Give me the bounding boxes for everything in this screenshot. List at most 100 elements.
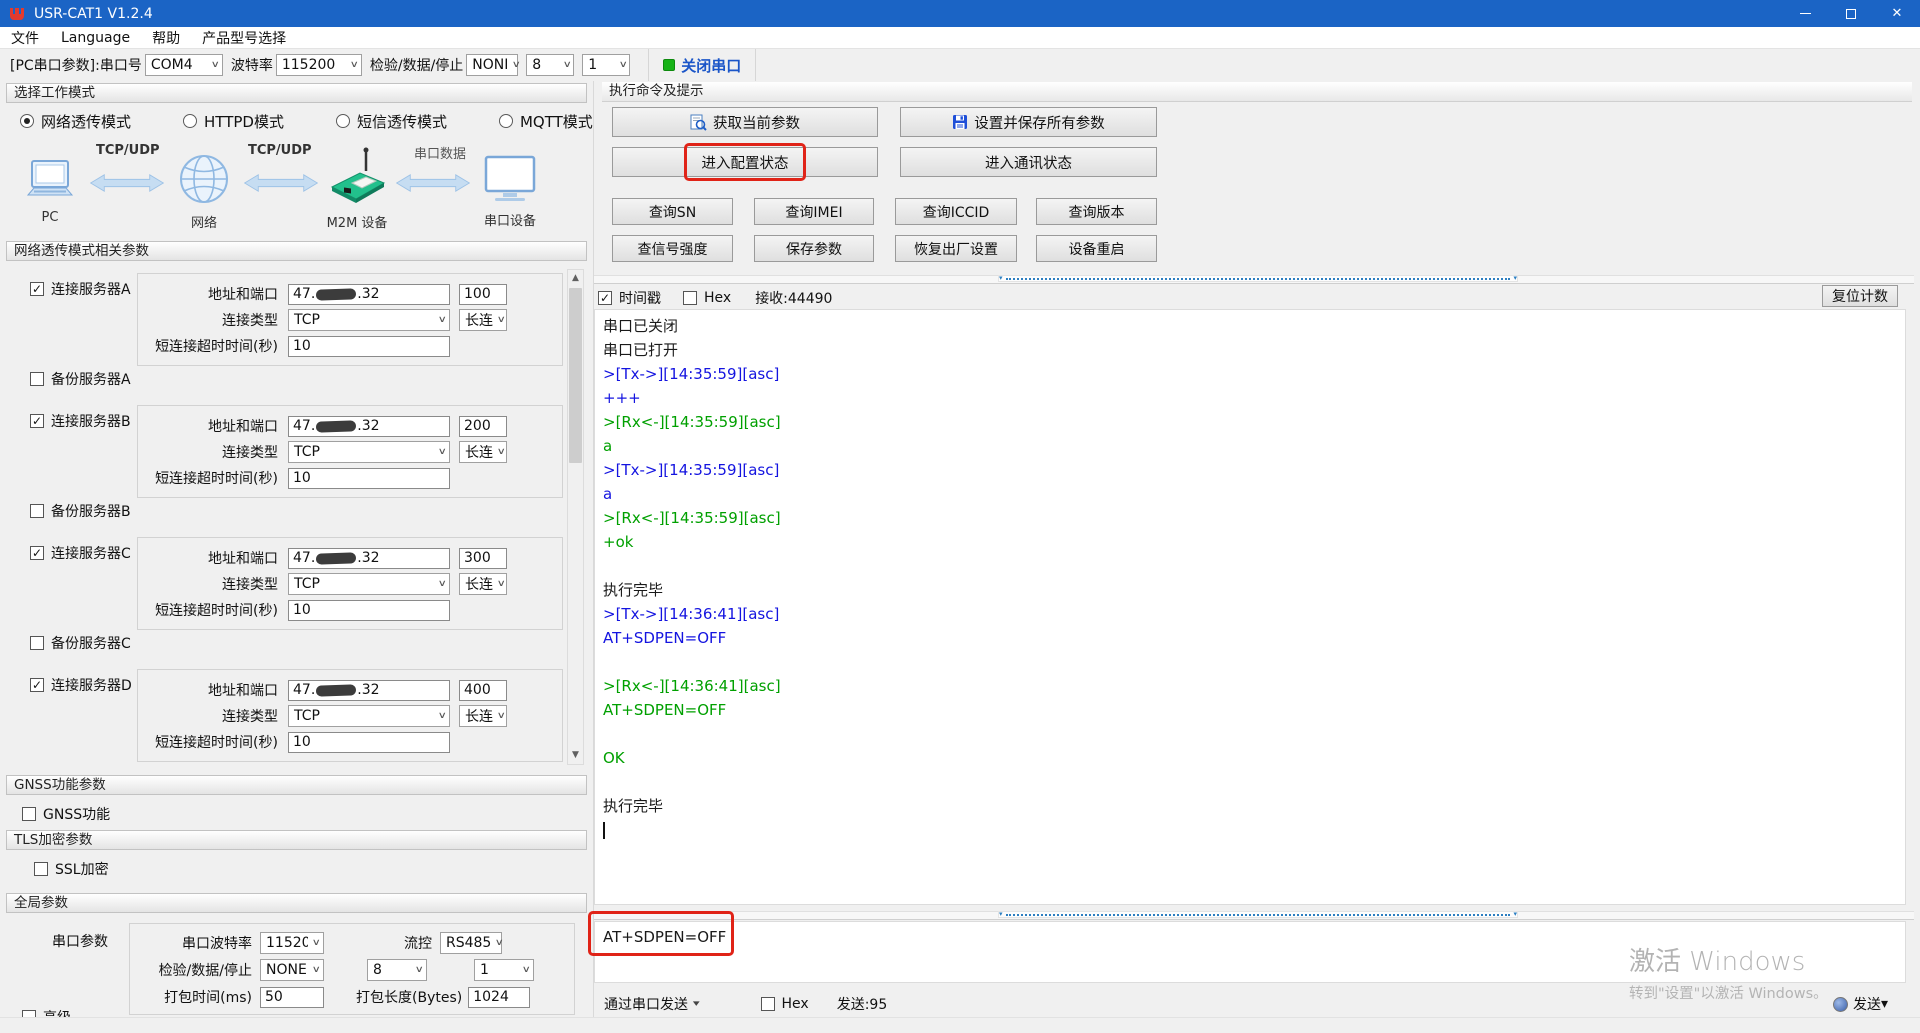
get-params-button[interactable]: 获取当前参数 <box>612 107 878 137</box>
close-button[interactable]: ✕ <box>1874 0 1920 27</box>
log-line: AT+SDPEN=OFF <box>603 626 1897 650</box>
menu-product-model[interactable]: 产品型号选择 <box>191 27 297 48</box>
server-d-keep-select[interactable]: 长连∨ <box>459 705 507 727</box>
device-restart-button[interactable]: 设备重启 <box>1036 235 1157 262</box>
stopbits-select[interactable]: 1∨ <box>582 54 630 76</box>
ssl-enable-checkbox[interactable]: SSL加密 <box>34 859 593 879</box>
scroll-up-icon[interactable]: ▲ <box>568 270 583 287</box>
server-d-timeout-input[interactable]: 10 <box>288 732 450 753</box>
server-d-fields: 地址和端口 47..32 400 连接类型 TCP∨ 长连∨ 短连接超时时间(秒… <box>137 669 563 762</box>
server-d-port-input[interactable]: 400 <box>459 680 507 701</box>
server-b-type-select[interactable]: TCP∨ <box>288 441 450 463</box>
timestamp-checkbox[interactable]: 时间戳 <box>598 288 661 308</box>
server-c-type-select[interactable]: TCP∨ <box>288 573 450 595</box>
log-line: >[Tx->][14:35:59][asc] <box>603 458 1897 482</box>
params-vertical-scrollbar[interactable]: ▲ ▼ <box>567 269 584 765</box>
log-line: OK <box>603 746 1897 770</box>
server-a-backup-checkbox[interactable]: 备份服务器A <box>30 369 131 389</box>
server-a-keep-select[interactable]: 长连∨ <box>459 309 507 331</box>
net-params-header: 网络透传模式相关参数 <box>6 241 587 261</box>
radio-sms[interactable]: 短信透传模式 <box>336 111 447 132</box>
scroll-right-icon[interactable]: ▾ <box>1513 275 1517 282</box>
serial-device-node: 串口设备 <box>478 155 542 229</box>
log-line: 执行完毕 <box>603 578 1897 602</box>
globe-icon <box>176 153 232 205</box>
link-tcpudp-2: TCP/UDP <box>248 143 312 158</box>
baud-select[interactable]: 115200∨ <box>276 54 362 76</box>
minimize-button[interactable] <box>1782 0 1828 27</box>
link-tcpudp-1: TCP/UDP <box>96 143 160 158</box>
serial-params-label: 串口参数 <box>52 931 108 951</box>
server-b-port-input[interactable]: 200 <box>459 416 507 437</box>
send-input[interactable]: AT+SDPEN=OFF <box>594 921 1906 983</box>
com-port-select[interactable]: COM4∨ <box>145 54 223 76</box>
enter-config-button[interactable]: 进入配置状态 <box>612 147 878 177</box>
send-options-chevron-icon[interactable]: ▾ <box>1881 996 1888 1012</box>
scroll-down-icon[interactable]: ▼ <box>568 747 583 764</box>
server-a-fields: 地址和端口 47..32 100 连接类型 TCP∨ 长连∨ 短连接超时时间(秒… <box>137 273 563 366</box>
server-c-backup-checkbox[interactable]: 备份服务器C <box>30 633 131 653</box>
query-signal-button[interactable]: 查信号强度 <box>612 235 733 262</box>
server-a-timeout-input[interactable]: 10 <box>288 336 450 357</box>
query-version-button[interactable]: 查询版本 <box>1036 198 1157 225</box>
log-area[interactable]: 串口已关闭串口已打开>[Tx->][14:35:59][asc]+++>[Rx<… <box>594 309 1906 905</box>
server-b-timeout-input[interactable]: 10 <box>288 468 450 489</box>
save-params-button[interactable]: 保存参数 <box>754 235 874 262</box>
scrollbar-thumb[interactable] <box>569 288 582 463</box>
sent-count: 发送:95 <box>837 994 888 1014</box>
server-c-keep-select[interactable]: 长连∨ <box>459 573 507 595</box>
radio-mqtt[interactable]: MQTT模式 <box>499 111 593 132</box>
server-d-type-select[interactable]: TCP∨ <box>288 705 450 727</box>
log-line: >[Tx->][14:36:41][asc] <box>603 602 1897 626</box>
server-c-timeout-input[interactable]: 10 <box>288 600 450 621</box>
gnss-enable-checkbox[interactable]: GNSS功能 <box>22 804 593 824</box>
radio-httpd[interactable]: HTTPD模式 <box>183 111 284 132</box>
log-line: 执行完毕 <box>603 794 1897 818</box>
log-horizontal-scrollbar[interactable]: ▾▾ <box>998 275 1518 282</box>
server-b-backup-checkbox[interactable]: 备份服务器B <box>30 501 131 521</box>
server-a-address-input[interactable]: 47..32 <box>288 284 450 305</box>
send-hex-checkbox[interactable]: Hex <box>761 996 809 1012</box>
set-save-all-button[interactable]: 设置并保存所有参数 <box>900 107 1157 137</box>
server-b-address-input[interactable]: 47..32 <box>288 416 450 437</box>
serial-toolbar: [PC串口参数]:串口号 COM4∨ 波特率 115200∨ 检验/数据/停止 … <box>0 49 1920 81</box>
send-button[interactable]: 发送 ▾ <box>1833 994 1888 1014</box>
server-c-address-input[interactable]: 47..32 <box>288 548 450 569</box>
server-d-address-input[interactable]: 47..32 <box>288 680 450 701</box>
send-horizontal-scrollbar[interactable]: ▾▾ <box>998 911 1518 918</box>
parity-label: 检验/数据/停止 <box>370 55 463 75</box>
query-imei-button[interactable]: 查询IMEI <box>754 198 874 225</box>
server-a-type-select[interactable]: TCP∨ <box>288 309 450 331</box>
scroll-left-icon[interactable]: ▾ <box>999 911 1003 918</box>
query-iccid-button[interactable]: 查询ICCID <box>895 198 1017 225</box>
maximize-button[interactable] <box>1828 0 1874 27</box>
global-baud-select[interactable]: 115200∨ <box>260 932 324 954</box>
menu-file[interactable]: 文件 <box>0 27 50 48</box>
send-via-serial-dropdown[interactable]: 通过串口发送▾ <box>604 994 699 1014</box>
server-b-keep-select[interactable]: 长连∨ <box>459 441 507 463</box>
server-c-port-input[interactable]: 300 <box>459 548 507 569</box>
query-sn-button[interactable]: 查询SN <box>612 198 733 225</box>
scroll-right-icon[interactable]: ▾ <box>1513 911 1517 918</box>
enter-comm-button[interactable]: 进入通讯状态 <box>900 147 1157 177</box>
server-a-port-input[interactable]: 100 <box>459 284 507 305</box>
factory-reset-button[interactable]: 恢复出厂设置 <box>895 235 1017 262</box>
global-stopbits-select[interactable]: 1∨ <box>474 959 534 981</box>
log-hex-checkbox[interactable]: Hex <box>683 290 731 306</box>
floppy-save-icon <box>952 114 968 130</box>
menu-help[interactable]: 帮助 <box>141 27 191 48</box>
log-line: >[Rx<-][14:35:59][asc] <box>603 506 1897 530</box>
close-serial-button[interactable]: 关闭串口 <box>648 49 756 81</box>
pack-time-input[interactable]: 50 <box>260 987 324 1008</box>
radio-net-transparent[interactable]: 网络透传模式 <box>20 111 131 132</box>
menu-language[interactable]: Language <box>50 27 141 48</box>
log-line <box>603 650 1897 674</box>
parity-select[interactable]: NONI∨ <box>466 54 518 76</box>
global-flow-select[interactable]: RS485∨ <box>440 932 502 954</box>
databits-select[interactable]: 8∨ <box>526 54 574 76</box>
reset-count-button[interactable]: 复位计数 <box>1822 285 1898 307</box>
scroll-left-icon[interactable]: ▾ <box>999 275 1003 282</box>
pack-length-input[interactable]: 1024 <box>468 987 530 1008</box>
global-databits-select[interactable]: 8∨ <box>367 959 427 981</box>
global-parity-select[interactable]: NONE∨ <box>260 959 324 981</box>
